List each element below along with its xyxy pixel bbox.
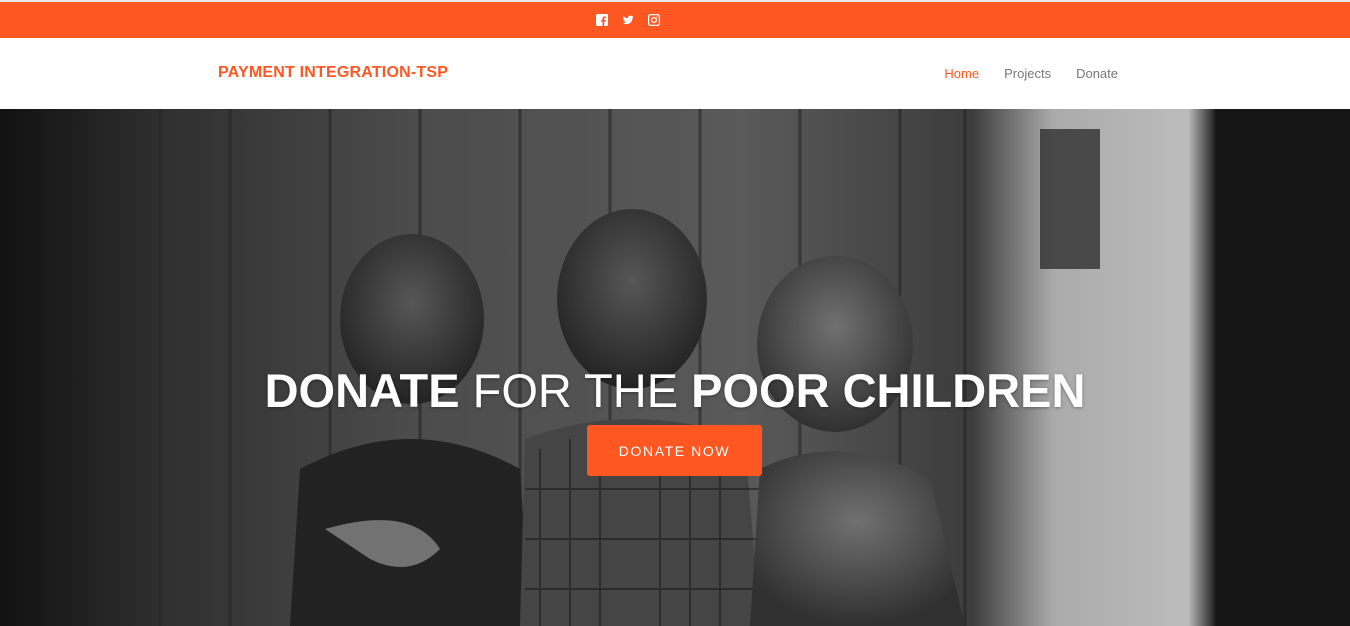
social-bar <box>0 0 1350 38</box>
headline-strong-1: DONATE <box>264 364 460 417</box>
instagram-icon[interactable] <box>648 14 660 26</box>
facebook-icon[interactable] <box>596 14 608 26</box>
site-header: PAYMENT INTEGRATION-TSP Home Projects Do… <box>0 38 1350 109</box>
nav-donate[interactable]: Donate <box>1076 66 1118 81</box>
twitter-icon[interactable] <box>622 14 634 26</box>
hero-headline: DONATE FOR THE POOR CHILDREN <box>0 365 1350 417</box>
main-nav: Home Projects Donate <box>944 66 1118 81</box>
headline-strong-2: POOR CHILDREN <box>691 364 1086 417</box>
nav-home[interactable]: Home <box>944 66 979 81</box>
nav-projects[interactable]: Projects <box>1004 66 1051 81</box>
donate-now-button[interactable]: DONATE NOW <box>587 425 762 476</box>
page: PAYMENT INTEGRATION-TSP Home Projects Do… <box>0 0 1350 626</box>
social-links <box>596 12 660 28</box>
headline-light: FOR THE <box>459 364 692 417</box>
hero-section: DONATE FOR THE POOR CHILDREN DONATE NOW <box>0 109 1350 626</box>
site-logo[interactable]: PAYMENT INTEGRATION-TSP <box>218 64 448 82</box>
